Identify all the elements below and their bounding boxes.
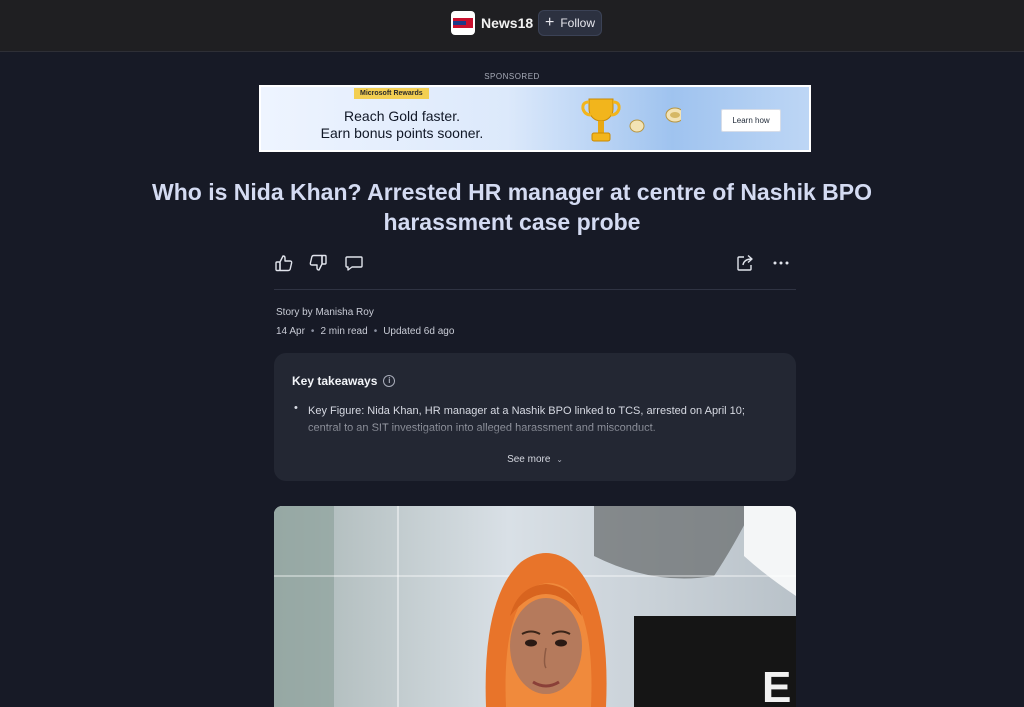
plus-icon: + [544,14,555,31]
updated-time: Updated 6d ago [383,326,455,337]
article-actions [274,253,796,277]
key-takeaways-card: Key takeaways i • Key Figure: Nida Khan,… [274,353,796,481]
ad-badge: Microsoft Rewards [354,88,429,99]
key-takeaways-header: Key takeaways i [292,374,396,388]
more-options-icon[interactable] [771,253,791,273]
key-takeaways-title: Key takeaways [292,374,378,388]
article-title-line1: Who is Nida Khan? Arrested HR manager at… [152,179,872,205]
article-title-line2: harassment case probe [383,209,641,235]
follow-label: Follow [560,16,596,30]
separator-dot: • [373,326,378,337]
ad-headline: Reach Gold faster. Earn bonus points soo… [307,108,497,142]
see-more-label: See more [507,454,551,465]
info-icon[interactable]: i [383,375,396,387]
sponsored-label: SPONSORED [484,72,540,81]
publisher[interactable]: News18 [451,11,533,35]
ad-headline-line1: Reach Gold faster. [344,108,460,124]
article-meta: 14 Apr • 2 min read • Updated 6d ago [276,326,454,337]
learn-how-button[interactable]: Learn how [721,109,781,132]
trophy-icon [581,98,681,142]
ad-headline-line2: Earn bonus points sooner. [320,125,484,141]
thumbs-up-icon[interactable] [274,253,294,273]
article-title: Who is Nida Khan? Arrested HR manager at… [130,177,894,237]
portrait-image: E [274,506,796,707]
top-bar: News18 + Follow [0,0,1024,52]
share-icon[interactable] [735,253,755,273]
thumbs-down-icon[interactable] [308,253,328,273]
separator-dot: • [310,326,315,337]
see-more-button[interactable]: See more ⌄ [274,454,796,465]
read-time: 2 min read [320,326,368,337]
publish-date: 14 Apr [276,326,305,337]
chevron-down-icon: ⌄ [556,455,563,464]
comment-icon[interactable] [344,253,364,273]
news18-logo-icon [451,11,475,35]
byline[interactable]: Story by Manisha Roy [276,307,374,318]
follow-button[interactable]: + Follow [538,10,602,36]
article-photo[interactable]: E [274,506,796,707]
backdrop-letter: E [762,663,791,707]
text-fade-overlay [274,413,796,441]
publisher-name: News18 [481,15,534,31]
divider [274,289,796,290]
ad-banner[interactable]: Microsoft Rewards Reach Gold faster. Ear… [259,85,811,152]
